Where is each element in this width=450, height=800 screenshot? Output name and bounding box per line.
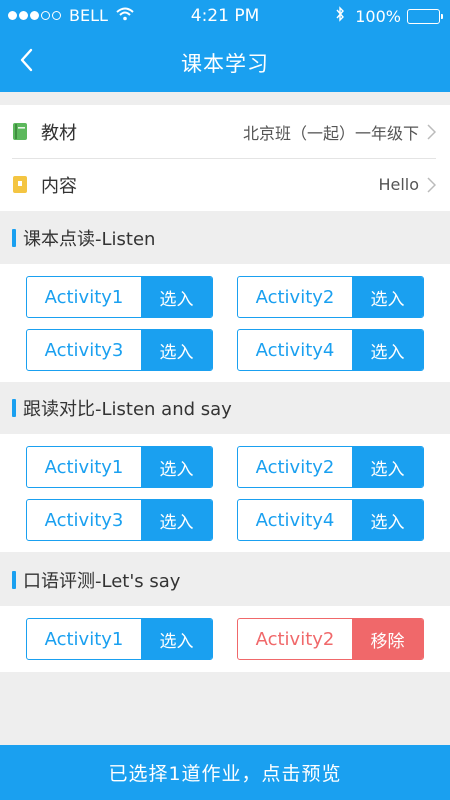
activity-card: Activity4 选入 xyxy=(237,329,424,371)
section-header: 跟读对比-Listen and say xyxy=(0,382,450,434)
activity-card: Activity2 选入 xyxy=(237,446,424,488)
section-header: 课本点读-Listen xyxy=(0,212,450,264)
nav-bar: 课本学习 xyxy=(0,32,450,92)
select-button[interactable]: 选入 xyxy=(352,447,423,487)
activity-name: Activity3 xyxy=(44,509,124,531)
activity-card: Activity2 选入 xyxy=(237,276,424,318)
status-bar: BELL 4:21 PM 100% xyxy=(0,0,450,32)
select-button[interactable]: 选入 xyxy=(141,447,212,487)
textbook-row[interactable]: 教材 北京班（一起）一年级下 xyxy=(0,105,450,158)
status-right: 100% xyxy=(335,6,443,26)
preview-button[interactable]: 已选择1道作业，点击预览 xyxy=(0,745,450,800)
activity-card-selected: Activity2 移除 xyxy=(237,618,424,660)
section-title: 口语评测-Let's say xyxy=(23,571,181,592)
section-lets-say: Activity1 选入 Activity2 移除 xyxy=(0,606,450,672)
chevron-right-icon xyxy=(427,123,436,140)
section-title: 课本点读-Listen xyxy=(23,229,156,250)
activity-name: Activity2 xyxy=(255,456,335,478)
select-button[interactable]: 选入 xyxy=(141,330,212,370)
section-listen: Activity1 选入 Activity2 选入 Activity3 选入 A… xyxy=(0,264,450,382)
select-button[interactable]: 选入 xyxy=(141,500,212,540)
info-panel: 教材 北京班（一起）一年级下 内容 Hello xyxy=(0,105,450,211)
section-title: 跟读对比-Listen and say xyxy=(23,399,232,420)
chevron-right-icon xyxy=(427,176,436,193)
content-value: Hello xyxy=(378,175,419,194)
activity-name: Activity1 xyxy=(44,456,124,478)
section-marker xyxy=(12,399,16,417)
activity-name: Activity1 xyxy=(44,628,124,650)
select-button[interactable]: 选入 xyxy=(352,500,423,540)
activity-name: Activity2 xyxy=(255,286,335,308)
activity-card: Activity1 选入 xyxy=(26,276,213,318)
content-label: 内容 xyxy=(41,175,77,197)
activity-name: Activity2 xyxy=(255,628,335,650)
activity-card: Activity1 选入 xyxy=(26,618,213,660)
activity-name: Activity1 xyxy=(44,286,124,308)
activity-card: Activity1 选入 xyxy=(26,446,213,488)
page-title: 课本学习 xyxy=(181,52,269,76)
remove-button[interactable]: 移除 xyxy=(352,619,423,659)
header: BELL 4:21 PM 100% 课本学习 xyxy=(0,0,450,92)
select-button[interactable]: 选入 xyxy=(141,619,212,659)
section-marker xyxy=(12,229,16,247)
yellow-notebook-icon xyxy=(12,175,30,195)
bluetooth-icon xyxy=(335,6,345,26)
green-book-icon xyxy=(12,122,30,142)
section-header: 口语评测-Let's say xyxy=(0,554,450,606)
activity-card: Activity3 选入 xyxy=(26,499,213,541)
select-button[interactable]: 选入 xyxy=(141,277,212,317)
select-button[interactable]: 选入 xyxy=(352,330,423,370)
textbook-value: 北京班（一起）一年级下 xyxy=(242,123,419,143)
select-button[interactable]: 选入 xyxy=(352,277,423,317)
content-row[interactable]: 内容 Hello xyxy=(0,158,450,211)
activity-name: Activity3 xyxy=(44,339,124,361)
section-marker xyxy=(12,571,16,589)
battery-icon xyxy=(407,8,443,24)
section-listen-and-say: Activity1 选入 Activity2 选入 Activity3 选入 A… xyxy=(0,434,450,552)
textbook-label: 教材 xyxy=(41,122,77,144)
activity-name: Activity4 xyxy=(255,509,335,531)
activity-card: Activity3 选入 xyxy=(26,329,213,371)
activity-name: Activity4 xyxy=(255,339,335,361)
battery-percent: 100% xyxy=(355,6,401,26)
activity-card: Activity4 选入 xyxy=(237,499,424,541)
